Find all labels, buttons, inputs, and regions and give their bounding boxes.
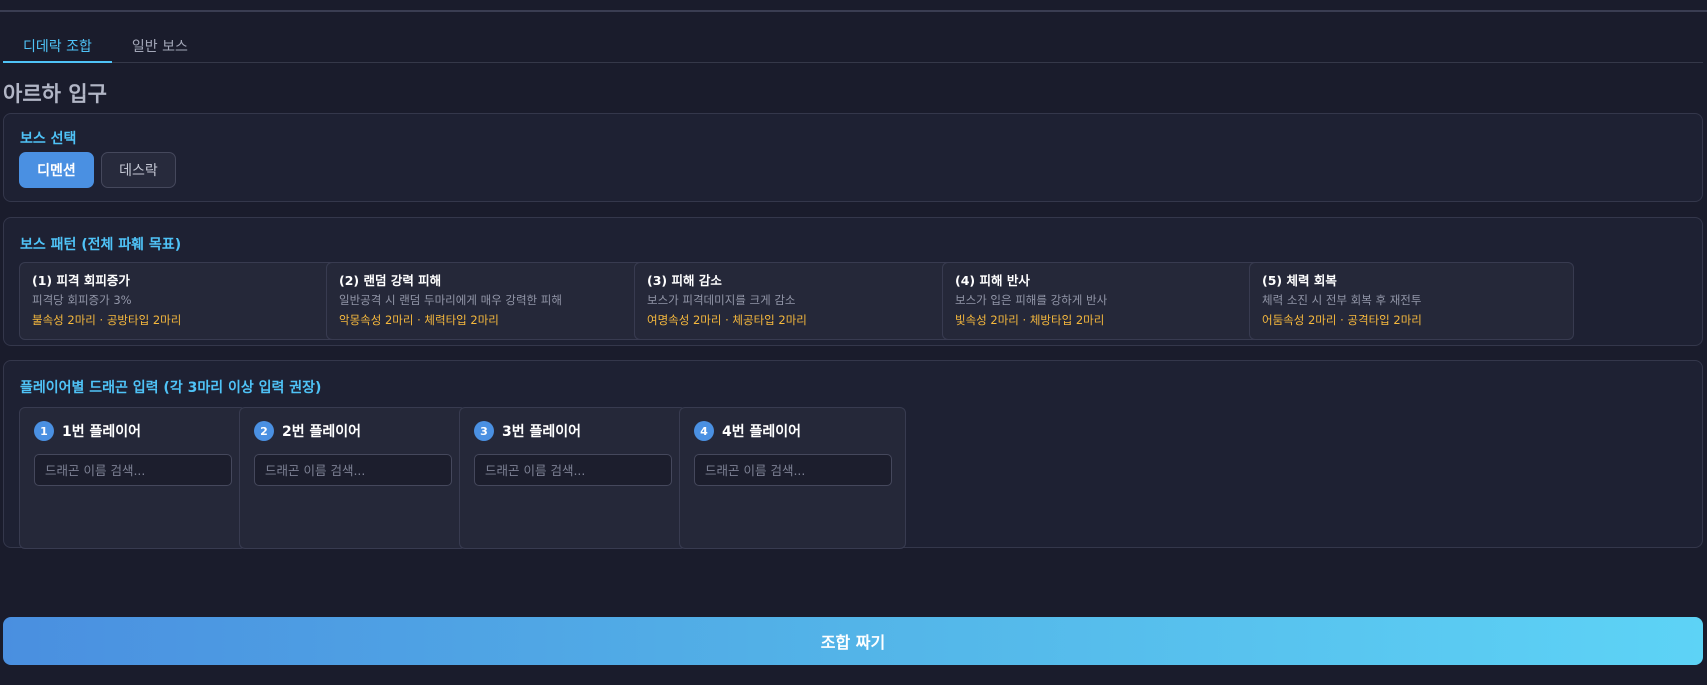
pattern-requirement: 빛속성 2마리 · 체방타입 2마리	[955, 313, 1105, 327]
tab-bar: 디데락 조합 일반 보스	[3, 24, 1703, 63]
pattern-requirement: 악몽속성 2마리 · 체력타입 2마리	[339, 313, 499, 327]
player-number-badge: 4	[694, 421, 714, 441]
dragon-search-input[interactable]	[474, 454, 672, 486]
player-header: 1 1번 플레이어	[34, 421, 141, 441]
player-name: 2번 플레이어	[282, 424, 362, 440]
dragon-search-input[interactable]	[34, 454, 232, 486]
page-title: 아르하 입구	[3, 82, 107, 106]
pattern-title: (1) 피격 회피증가	[32, 273, 130, 288]
top-divider	[0, 10, 1707, 12]
players-title: 플레이어별 드래곤 입력 (각 3마리 이상 입력 권장)	[20, 380, 322, 396]
player-header: 4 4번 플레이어	[694, 421, 801, 441]
player-number-badge: 2	[254, 421, 274, 441]
pattern-description: 피격당 회피증가 3%	[32, 293, 132, 307]
pattern-title: (2) 랜덤 강력 피해	[339, 273, 442, 288]
pattern-description: 체력 소진 시 전부 회복 후 재전투	[1262, 293, 1422, 307]
player-number-badge: 3	[474, 421, 494, 441]
player-card-1: 1 1번 플레이어	[19, 407, 246, 549]
boss-option-dimension[interactable]: 디멘션	[19, 152, 94, 188]
player-name: 3번 플레이어	[502, 424, 582, 440]
boss-patterns-panel: 보스 패턴 (전체 파훼 목표) (1) 피격 회피증가 피격당 회피증가 3%…	[3, 217, 1703, 346]
player-card-2: 2 2번 플레이어	[239, 407, 466, 549]
pattern-description: 보스가 입은 피해를 강하게 반사	[955, 293, 1108, 307]
dragon-search-input[interactable]	[694, 454, 892, 486]
make-combo-button[interactable]: 조합 짜기	[3, 617, 1703, 665]
pattern-title: (5) 체력 회복	[1262, 273, 1337, 288]
pattern-card: (4) 피해 반사 보스가 입은 피해를 강하게 반사 빛속성 2마리 · 체방…	[942, 262, 1267, 340]
boss-option-deathlock[interactable]: 데스락	[101, 152, 176, 188]
tab-didelock-combo[interactable]: 디데락 조합	[3, 24, 112, 63]
player-name: 1번 플레이어	[62, 424, 142, 440]
player-name: 4번 플레이어	[722, 424, 802, 440]
pattern-requirement: 어둠속성 2마리 · 공격타입 2마리	[1262, 313, 1422, 327]
pattern-card: (3) 피해 감소 보스가 피격데미지를 크게 감소 여명속성 2마리 · 체공…	[634, 262, 959, 340]
pattern-card: (1) 피격 회피증가 피격당 회피증가 3% 불속성 2마리 · 공방타입 2…	[19, 262, 344, 340]
tab-normal-boss[interactable]: 일반 보스	[112, 24, 208, 62]
player-card-4: 4 4번 플레이어	[679, 407, 906, 549]
player-number-badge: 1	[34, 421, 54, 441]
boss-select-panel: 보스 선택 디멘션 데스락	[3, 113, 1703, 202]
pattern-card: (2) 랜덤 강력 피해 일반공격 시 랜덤 두마리에게 매우 강력한 피해 악…	[326, 262, 651, 340]
pattern-description: 일반공격 시 랜덤 두마리에게 매우 강력한 피해	[339, 293, 562, 307]
player-header: 2 2번 플레이어	[254, 421, 361, 441]
pattern-title: (4) 피해 반사	[955, 273, 1030, 288]
pattern-description: 보스가 피격데미지를 크게 감소	[647, 293, 796, 307]
player-card-3: 3 3번 플레이어	[459, 407, 686, 549]
boss-select-title: 보스 선택	[20, 131, 77, 147]
pattern-requirement: 여명속성 2마리 · 체공타입 2마리	[647, 313, 807, 327]
pattern-requirement: 불속성 2마리 · 공방타입 2마리	[32, 313, 182, 327]
boss-patterns-title: 보스 패턴 (전체 파훼 목표)	[20, 237, 182, 253]
player-header: 3 3번 플레이어	[474, 421, 581, 441]
pattern-title: (3) 피해 감소	[647, 273, 722, 288]
dragon-search-input[interactable]	[254, 454, 452, 486]
players-panel: 플레이어별 드래곤 입력 (각 3마리 이상 입력 권장) 1 1번 플레이어 …	[3, 360, 1703, 549]
pattern-card: (5) 체력 회복 체력 소진 시 전부 회복 후 재전투 어둠속성 2마리 ·…	[1249, 262, 1574, 340]
